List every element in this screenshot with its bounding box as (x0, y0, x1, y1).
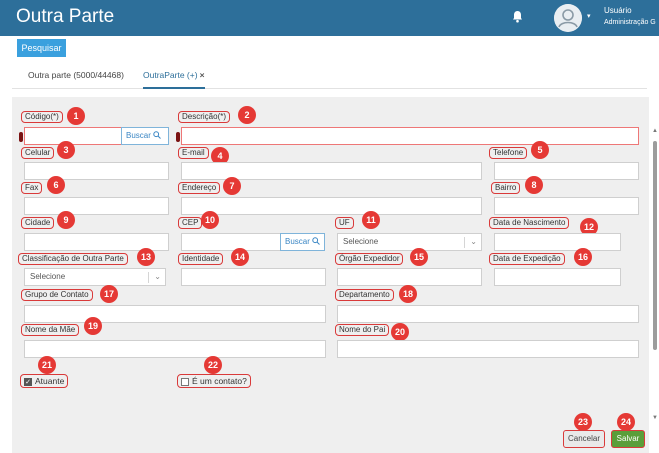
email-input[interactable] (181, 162, 482, 180)
telefone-label: Telefone (489, 147, 528, 159)
badge-3: 3 (57, 141, 75, 159)
page-title: Outra Parte (16, 6, 115, 27)
badge-20: 20 (391, 323, 409, 341)
uf-selected: Selecione (343, 237, 379, 246)
atuante-label: Atuante (35, 376, 65, 386)
fax-label: Fax (21, 182, 43, 194)
badge-5: 5 (531, 141, 549, 159)
grupo-contato-label: Grupo de Contato (21, 289, 93, 301)
badge-2: 2 (238, 106, 256, 124)
celular-label: Celular (21, 147, 55, 159)
scrollbar-thumb[interactable] (653, 141, 657, 350)
celular-input[interactable] (24, 162, 169, 180)
badge-17: 17 (100, 285, 118, 303)
badge-15: 15 (410, 248, 428, 266)
badge-7: 7 (223, 177, 241, 195)
badge-23: 23 (574, 413, 592, 431)
bairro-input[interactable] (494, 197, 639, 215)
bell-icon[interactable] (512, 10, 523, 23)
chevron-down-icon: ⌄ (470, 237, 477, 246)
cancel-button[interactable]: Cancelar (563, 430, 605, 448)
atuante-checkbox[interactable]: ✓ Atuante (20, 374, 69, 388)
uf-label: UF (335, 217, 354, 229)
chevron-down-icon[interactable]: ▾ (587, 12, 591, 20)
descricao-input[interactable] (181, 127, 639, 145)
badge-16: 16 (574, 248, 592, 266)
badge-8: 8 (525, 176, 543, 194)
close-icon[interactable]: × (200, 70, 205, 80)
telefone-input[interactable] (494, 162, 639, 180)
nome-pai-input[interactable] (337, 340, 639, 358)
search-label: Buscar (126, 131, 151, 140)
descricao-label: Descrição(*) (178, 111, 231, 123)
tab-outra-parte-new[interactable]: OutraParte (+) × (143, 70, 205, 89)
cep-search-button[interactable]: Buscar (280, 233, 325, 251)
save-button[interactable]: Salvar (611, 430, 645, 448)
e-contato-label: É um contato? (192, 376, 247, 386)
required-marker (176, 132, 180, 142)
scroll-down-icon[interactable]: ▼ (652, 415, 658, 421)
classificacao-label: Classificação de Outra Parte (18, 253, 128, 265)
tab-label: OutraParte (+) (143, 70, 198, 80)
data-nascimento-label: Data de Nascimento (489, 217, 570, 229)
user-name: Usuário (604, 6, 632, 15)
badge-22: 22 (204, 356, 222, 374)
departamento-input[interactable] (337, 305, 639, 323)
badge-19: 19 (84, 317, 102, 335)
avatar[interactable] (554, 4, 582, 32)
grupo-contato-input[interactable] (24, 305, 326, 323)
cep-input[interactable] (181, 233, 281, 251)
data-expedicao-input[interactable] (494, 268, 621, 286)
tab-bar: Outra parte (5000/44468) OutraParte (+) × (12, 63, 647, 89)
bairro-label: Bairro (491, 182, 521, 194)
app-header: Outra Parte ▾ Usuário Administração G (0, 0, 659, 36)
data-expedicao-label: Data de Expedição (489, 253, 565, 265)
identidade-input[interactable] (181, 268, 326, 286)
chevron-down-icon: ⌄ (154, 272, 161, 281)
badge-6: 6 (47, 176, 65, 194)
nome-pai-label: Nome do Pai (335, 324, 390, 336)
badge-9: 9 (57, 211, 75, 229)
search-icon (312, 237, 320, 245)
departamento-label: Departamento (335, 289, 394, 301)
codigo-label: Código(*) (21, 111, 63, 123)
orgao-expedidor-input[interactable] (337, 268, 482, 286)
search-icon (153, 131, 161, 139)
fax-input[interactable] (24, 197, 169, 215)
badge-1: 1 (67, 107, 85, 125)
select-divider (464, 237, 465, 248)
cidade-label: Cidade (21, 217, 55, 229)
checkbox-unchecked-icon (181, 377, 189, 386)
scroll-up-icon[interactable]: ▲ (652, 128, 658, 134)
codigo-input[interactable] (24, 127, 122, 145)
e-contato-checkbox[interactable]: É um contato? (177, 374, 251, 388)
checkbox-checked-icon: ✓ (24, 377, 32, 386)
select-divider (148, 272, 149, 283)
badge-21: 21 (38, 356, 56, 374)
required-marker (19, 132, 23, 142)
badge-11: 11 (362, 211, 380, 229)
nome-mae-input[interactable] (24, 340, 326, 358)
cep-label: CEP (178, 217, 203, 229)
search-button[interactable]: Pesquisar (17, 39, 66, 57)
nome-mae-label: Nome da Mãe (21, 324, 80, 336)
classificacao-select[interactable]: Selecione ⌄ (24, 268, 166, 286)
classificacao-selected: Selecione (30, 272, 66, 281)
orgao-expedidor-label: Órgão Expedidor (335, 253, 404, 265)
tab-outra-parte-list[interactable]: Outra parte (5000/44468) (28, 70, 124, 80)
badge-14: 14 (231, 248, 249, 266)
endereco-label: Endereço (178, 182, 221, 194)
email-label: E-mail (178, 147, 209, 159)
badge-10: 10 (201, 211, 219, 229)
identidade-label: Identidade (178, 253, 224, 265)
uf-select[interactable]: Selecione ⌄ (337, 233, 482, 251)
user-role: Administração G (604, 19, 656, 26)
search-label: Buscar (285, 237, 310, 246)
data-nascimento-input[interactable] (494, 233, 621, 251)
badge-13: 13 (137, 248, 155, 266)
endereco-input[interactable] (181, 197, 482, 215)
badge-24: 24 (617, 413, 635, 431)
badge-18: 18 (399, 285, 417, 303)
codigo-search-button[interactable]: Buscar (121, 127, 169, 145)
